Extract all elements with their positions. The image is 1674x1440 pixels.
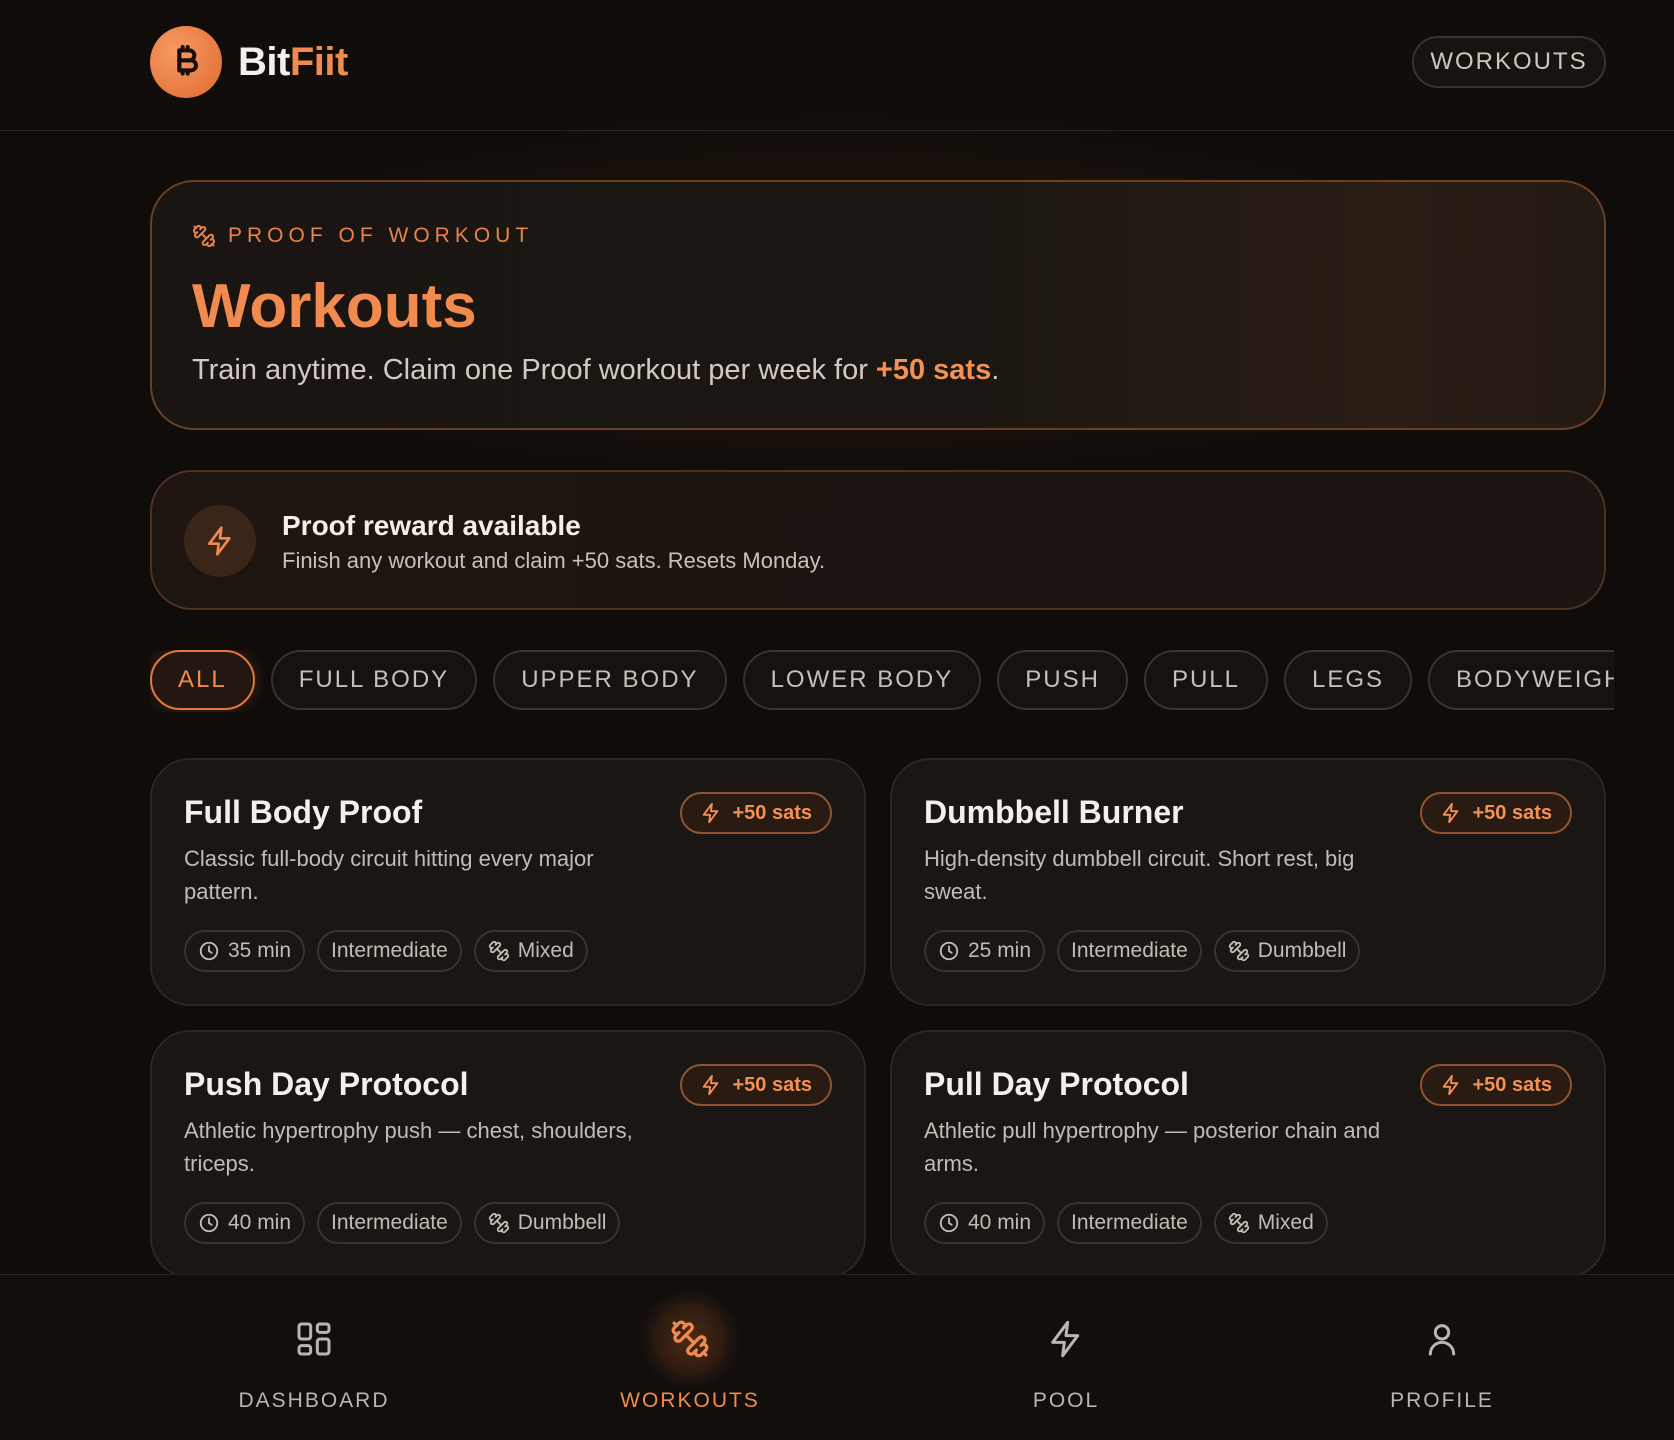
filter-chip-all[interactable]: ALL <box>150 650 255 710</box>
sats-badge: +50 sats <box>1420 1064 1572 1106</box>
brand-name-part1: Bit <box>238 40 290 84</box>
duration-label: 25 min <box>968 939 1032 962</box>
clock-icon <box>199 941 219 961</box>
equipment-tag: Mixed <box>473 930 588 972</box>
duration-label: 40 min <box>228 1211 292 1234</box>
workout-title: Push Day Protocol <box>184 1066 469 1102</box>
dumbbell-icon <box>654 1303 726 1375</box>
filter-chip-pull[interactable]: PULL <box>1143 650 1268 710</box>
nav-label-profile: PROFILE <box>1390 1389 1494 1412</box>
workout-card[interactable]: Dumbbell Burner +50 sats High-density du… <box>890 758 1606 1006</box>
filter-chips: ALL FULL BODY UPPER BODY LOWER BODY PUSH… <box>150 650 1614 712</box>
workout-description: Athletic pull hypertrophy — posterior ch… <box>924 1118 1381 1176</box>
workout-tags: 40 min Intermediate Mixed <box>924 1202 1328 1244</box>
brand-name-part2: Fiit <box>289 40 348 84</box>
sats-badge-label: +50 sats <box>732 801 812 824</box>
filter-chip-upper-body[interactable]: UPPER BODY <box>493 650 727 710</box>
user-icon <box>1406 1303 1478 1375</box>
hero-subtitle-suffix: . <box>991 354 1000 386</box>
level-tag: Intermediate <box>1057 930 1202 972</box>
hero-subtitle: Train anytime. Claim one Proof workout p… <box>192 352 999 388</box>
equipment-tag: Mixed <box>1213 1202 1328 1244</box>
workout-card[interactable]: Pull Day Protocol +50 sats Athletic pull… <box>890 1030 1606 1278</box>
equipment-label: Mixed <box>517 939 574 962</box>
lightning-icon <box>1443 1074 1459 1096</box>
sats-badge: +50 sats <box>1420 792 1572 834</box>
sats-badge-label: +50 sats <box>1472 1073 1552 1096</box>
clock-icon <box>939 941 959 961</box>
equipment-label: Dumbbell <box>517 1211 607 1234</box>
sats-badge-label: +50 sats <box>732 1073 812 1096</box>
workout-title: Pull Day Protocol <box>924 1066 1189 1102</box>
lightning-icon <box>703 1074 719 1096</box>
top-bar: BitFiit WORKOUTS <box>0 0 1674 131</box>
dumbbell-icon <box>1228 1212 1249 1234</box>
sats-badge: +50 sats <box>680 1064 832 1106</box>
duration-tag: 40 min <box>924 1202 1046 1244</box>
dumbbell-icon <box>488 1212 509 1234</box>
workout-title: Full Body Proof <box>184 794 423 830</box>
dumbbell-icon <box>1228 940 1249 962</box>
hero-subtitle-highlight: +50 sats <box>875 354 992 386</box>
sats-badge-label: +50 sats <box>1472 801 1552 824</box>
filter-chip-full-body[interactable]: FULL BODY <box>270 650 478 710</box>
dumbbell-icon <box>488 940 509 962</box>
nav-item-pool[interactable]: POOL <box>916 1275 1216 1440</box>
workout-tags: 25 min Intermediate Dumbbell <box>924 930 1361 972</box>
lightning-icon <box>184 505 256 577</box>
grid-icon <box>278 1303 350 1375</box>
lightning-icon <box>703 802 719 824</box>
filter-chip-legs[interactable]: LEGS <box>1284 650 1413 710</box>
workout-card[interactable]: Push Day Protocol +50 sats Athletic hype… <box>150 1030 866 1278</box>
lightning-icon <box>1030 1303 1102 1375</box>
hero-subtitle-prefix: Train anytime. Claim one Proof workout p… <box>192 354 876 386</box>
workout-description: Athletic hypertrophy push — chest, shoul… <box>184 1118 633 1176</box>
reward-title: Proof reward available <box>282 510 581 541</box>
workout-tags: 35 min Intermediate Mixed <box>184 930 588 972</box>
hero-eyebrow: PROOF OF WORKOUT <box>192 224 533 248</box>
clock-icon <box>199 1213 219 1233</box>
filter-chip-bodyweight[interactable]: BODYWEIGHT <box>1428 650 1614 710</box>
workouts-nav-pill[interactable]: WORKOUTS <box>1412 36 1606 88</box>
level-tag: Intermediate <box>317 930 462 972</box>
workout-tags: 40 min Intermediate Dumbbell <box>184 1202 621 1244</box>
duration-label: 40 min <box>968 1211 1032 1234</box>
workout-description: Classic full-body circuit hitting every … <box>184 846 594 904</box>
brand-logo[interactable]: BitFiit <box>238 38 348 86</box>
nav-item-dashboard[interactable]: DASHBOARD <box>164 1275 464 1440</box>
equipment-label: Mixed <box>1257 1211 1314 1234</box>
workout-description: High-density dumbbell circuit. Short res… <box>924 846 1355 904</box>
hero-eyebrow-text: PROOF OF WORKOUT <box>228 224 534 247</box>
duration-tag: 40 min <box>184 1202 306 1244</box>
lightning-icon <box>1443 802 1459 824</box>
duration-tag: 35 min <box>184 930 306 972</box>
level-tag: Intermediate <box>317 1202 462 1244</box>
reward-subtitle: Finish any workout and claim +50 sats. R… <box>282 548 826 573</box>
equipment-tag: Dumbbell <box>1213 930 1361 972</box>
workout-title: Dumbbell Burner <box>924 794 1184 830</box>
nav-label-workouts: WORKOUTS <box>620 1389 760 1412</box>
workout-card[interactable]: Full Body Proof +50 sats Classic full-bo… <box>150 758 866 1006</box>
duration-tag: 25 min <box>924 930 1046 972</box>
bottom-nav: DASHBOARD WORKOUTS POOL PROFILE <box>0 1274 1674 1440</box>
nav-item-workouts[interactable]: WORKOUTS <box>540 1275 840 1440</box>
nav-item-profile[interactable]: PROFILE <box>1292 1275 1592 1440</box>
hero-card: PROOF OF WORKOUT Workouts Train anytime.… <box>150 180 1606 430</box>
nav-label-pool: POOL <box>1032 1389 1100 1412</box>
nav-label-dashboard: DASHBOARD <box>238 1389 390 1412</box>
level-tag: Intermediate <box>1057 1202 1202 1244</box>
reward-banner[interactable]: Proof reward available Finish any workou… <box>150 470 1606 610</box>
page: BitFiit WORKOUTS PROOF OF WORKOUT Workou… <box>0 0 1674 1440</box>
page-title: Workouts <box>192 272 477 341</box>
sats-badge: +50 sats <box>680 792 832 834</box>
bitcoin-icon[interactable] <box>150 26 222 98</box>
dumbbell-icon <box>192 224 216 248</box>
clock-icon <box>939 1213 959 1233</box>
duration-label: 35 min <box>228 939 292 962</box>
equipment-tag: Dumbbell <box>473 1202 621 1244</box>
filter-chip-lower-body[interactable]: LOWER BODY <box>742 650 982 710</box>
filter-chip-push[interactable]: PUSH <box>997 650 1128 710</box>
equipment-label: Dumbbell <box>1257 939 1347 962</box>
